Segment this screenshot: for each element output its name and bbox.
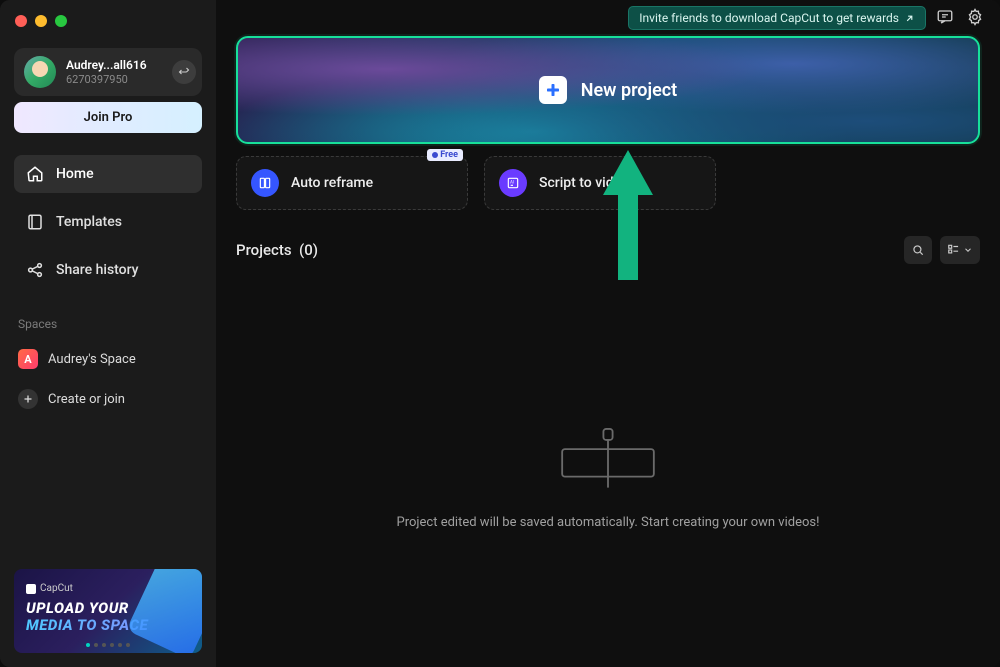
settings-icon[interactable] (966, 8, 986, 28)
maximize-window-icon[interactable] (55, 15, 67, 27)
chevron-down-icon (963, 243, 973, 257)
feedback-icon[interactable] (936, 8, 956, 28)
minimize-window-icon[interactable] (35, 15, 47, 27)
search-icon (911, 243, 925, 257)
grid-view-icon (947, 243, 961, 257)
close-window-icon[interactable] (15, 15, 27, 27)
new-project-button[interactable]: New project (236, 36, 980, 144)
switch-account-icon[interactable] (172, 60, 196, 84)
svg-text:AI: AI (510, 180, 514, 185)
spaces-section-label: Spaces (14, 311, 202, 337)
nav-label: Templates (56, 214, 122, 230)
user-card[interactable]: Audrey...all616 6270397950 (14, 48, 202, 96)
topbar: Invite friends to download CapCut to get… (216, 0, 1000, 36)
auto-reframe-card[interactable]: Free Auto reframe (236, 156, 468, 210)
arrow-up-right-icon (904, 13, 915, 24)
plus-icon (18, 389, 38, 409)
nav-templates[interactable]: Templates (14, 203, 202, 241)
nav-label: Share history (56, 262, 139, 278)
empty-illustration-icon (553, 421, 663, 495)
join-pro-button[interactable]: Join Pro (14, 102, 202, 133)
projects-empty-state: Project edited will be saved automatical… (236, 304, 980, 647)
promo-banner[interactable]: CapCut UPLOAD YOUR MEDIA TO SPACE (14, 569, 202, 653)
sort-view-button[interactable] (940, 236, 980, 264)
plus-icon (539, 76, 567, 104)
empty-state-text: Project edited will be saved automatical… (397, 515, 820, 530)
nav-label: Home (56, 166, 94, 182)
search-button[interactable] (904, 236, 932, 264)
projects-heading: Projects (0) (236, 241, 318, 259)
carousel-dots[interactable] (86, 643, 130, 647)
auto-reframe-label: Auto reframe (291, 175, 373, 191)
nav-home[interactable]: Home (14, 155, 202, 193)
invite-friends-button[interactable]: Invite friends to download CapCut to get… (628, 6, 926, 30)
window-controls[interactable] (15, 15, 67, 27)
create-join-label: Create or join (48, 392, 125, 407)
main-area: Invite friends to download CapCut to get… (216, 0, 1000, 667)
space-item[interactable]: A Audrey's Space (14, 341, 202, 377)
promo-decoration (126, 569, 202, 653)
auto-reframe-icon (251, 169, 279, 197)
avatar (24, 56, 56, 88)
script-to-video-label: Script to video (539, 175, 629, 191)
script-to-video-card[interactable]: AI Script to video (484, 156, 716, 210)
free-badge: Free (427, 149, 463, 161)
new-project-label: New project (581, 80, 677, 101)
space-badge-icon: A (18, 349, 38, 369)
sidebar: Audrey...all616 6270397950 Join Pro Home… (0, 0, 216, 667)
nav-share-history[interactable]: Share history (14, 251, 202, 289)
create-or-join-space[interactable]: Create or join (14, 381, 202, 417)
space-name: Audrey's Space (48, 352, 136, 367)
script-to-video-icon: AI (499, 169, 527, 197)
